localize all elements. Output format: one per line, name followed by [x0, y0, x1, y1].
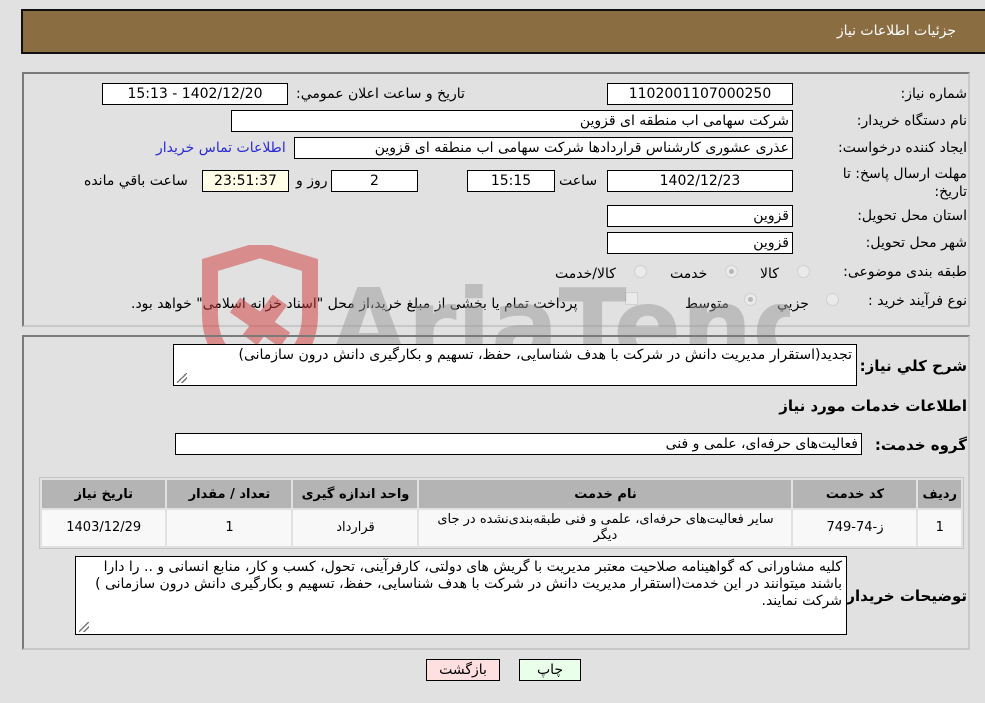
services-section-title: اطلاعات خدمات مورد نیاز: [779, 397, 967, 415]
col-header-need-date: تاریخ نیاز: [42, 480, 166, 508]
buyer-org-field: شرکت سهامی اب منطقه ای قزوین: [231, 110, 793, 132]
back-button[interactable]: بازگشت: [426, 659, 500, 681]
description-field[interactable]: تجدید(استقرار مدیریت دانش در شرکت با هدف…: [173, 344, 857, 386]
col-header-service-code: کد خدمت: [793, 480, 917, 508]
col-header-row-num: ردیف: [918, 480, 961, 508]
category-radio-goods[interactable]: [797, 265, 810, 278]
treasury-checkbox[interactable]: [625, 292, 638, 305]
province-field: قزوین: [607, 205, 793, 227]
creator-label: ایجاد کننده درخواست:: [838, 140, 967, 156]
category-radio-service[interactable]: [725, 265, 738, 278]
buyer-notes-label: توضیحات خریدار:: [840, 587, 967, 605]
deadline-label: مهلت ارسال پاسخ: تا تاریخ:: [842, 166, 967, 200]
cell-row-num: 1: [918, 510, 961, 546]
treasury-note: پرداخت تمام یا بخشی از مبلغ خرید،از محل …: [131, 296, 578, 312]
category-option-goods: کالا: [760, 266, 779, 282]
category-radio-goods-service[interactable]: [634, 265, 647, 278]
col-header-unit: واحد اندازه گیری: [293, 480, 418, 508]
buyer-notes-field[interactable]: کلیه مشاورانی که گواهینامه صلاحیت معتبر …: [75, 556, 847, 635]
purchase-radio-minor[interactable]: [826, 293, 839, 306]
days-remaining-field: 2: [331, 170, 418, 192]
page-title: جزئیات اطلاعات نیاز: [836, 23, 956, 39]
description-label: شرح کلي نیاز:: [859, 357, 967, 375]
page-header: جزئیات اطلاعات نیاز: [21, 9, 985, 54]
cell-quantity: 1: [167, 510, 292, 546]
buyer-contact-link[interactable]: اطلاعات تماس خریدار: [156, 140, 286, 156]
resize-grip-icon[interactable]: [79, 622, 89, 632]
purchase-option-medium: متوسط: [685, 296, 729, 312]
cell-service-name: سایر فعالیت‌های حرفه‌ای، علمی و فنی طبقه…: [419, 510, 792, 546]
announce-datetime-field: 1402/12/20 - 15:13: [102, 83, 288, 105]
table-header-row: ردیف کد خدمت نام خدمت واحد اندازه گیری ت…: [42, 480, 961, 508]
services-table: ردیف کد خدمت نام خدمت واحد اندازه گیری ت…: [39, 477, 964, 549]
time-remaining-field: 23:51:37: [202, 170, 289, 192]
creator-field: عذری عشوری کارشناس قراردادها شرکت سهامی …: [294, 137, 793, 159]
need-number-label: شماره نیاز:: [900, 86, 968, 102]
deadline-time-label: ساعت: [559, 173, 598, 189]
announce-datetime-label: تاریخ و ساعت اعلان عمومي:: [296, 86, 465, 102]
service-group-field: فعالیت‌های حرفه‌ای، علمی و فنی: [175, 433, 862, 455]
cell-service-code: ز-74-749: [793, 510, 917, 546]
description-text: تجدید(استقرار مدیریت دانش در شرکت با هدف…: [238, 347, 852, 363]
purchase-option-minor: جزيي: [777, 296, 809, 312]
cell-need-date: 1403/12/29: [42, 510, 166, 546]
print-button[interactable]: چاپ: [519, 659, 581, 681]
service-group-label: گروه خدمت:: [874, 436, 967, 454]
cell-unit: قرارداد: [293, 510, 418, 546]
table-row: 1 ز-74-749 سایر فعالیت‌های حرفه‌ای، علمی…: [42, 510, 961, 546]
city-field: قزوین: [607, 232, 793, 254]
days-label: روز و: [296, 173, 328, 189]
time-remaining-label: ساعت باقي مانده: [84, 173, 188, 189]
buyer-org-label: نام دستگاه خریدار:: [856, 113, 967, 129]
need-number-field: 1102001107000250: [607, 83, 793, 105]
buyer-notes-text: کلیه مشاورانی که گواهینامه صلاحیت معتبر …: [95, 559, 842, 609]
col-header-service-name: نام خدمت: [419, 480, 792, 508]
city-label: شهر محل تحویل:: [865, 235, 967, 251]
resize-grip-icon[interactable]: [177, 373, 187, 383]
province-label: استان محل تحویل:: [857, 208, 967, 224]
category-option-service: خدمت: [670, 266, 708, 282]
deadline-date-field: 1402/12/23: [607, 170, 793, 192]
purchase-radio-medium[interactable]: [744, 293, 757, 306]
purchase-type-label: نوع فرآیند خرید :: [868, 293, 967, 309]
deadline-time-field: 15:15: [467, 170, 555, 192]
category-option-goods-service: کالا/خدمت: [555, 266, 616, 282]
col-header-quantity: تعداد / مقدار: [167, 480, 292, 508]
category-label: طبقه بندی موضوعی:: [843, 264, 967, 280]
